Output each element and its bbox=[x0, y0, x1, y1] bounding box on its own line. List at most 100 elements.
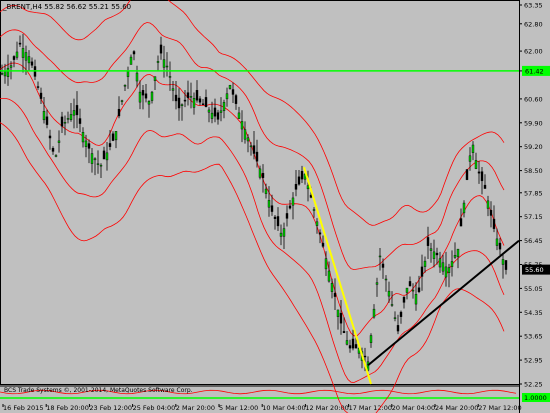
candle-body bbox=[489, 209, 493, 216]
candle-body bbox=[228, 85, 232, 89]
current-price-label: 55.60 bbox=[525, 266, 544, 274]
indicator-value-label: 1.0000 bbox=[524, 394, 547, 402]
candle-body bbox=[66, 118, 70, 120]
candle-body bbox=[450, 261, 454, 267]
candle-body bbox=[108, 143, 112, 147]
candle-body bbox=[231, 89, 235, 95]
candle-body bbox=[480, 171, 484, 182]
candle-body bbox=[111, 133, 115, 141]
candle-body bbox=[345, 340, 349, 345]
price-tick-label: 60.60 bbox=[524, 95, 543, 103]
candle-body bbox=[60, 116, 64, 127]
price-chart[interactable]: 63.35 62.80 62.00 61.42 60.60 59.90 59.20 58.50… bbox=[0, 0, 550, 413]
price-tick-label: 52.25 bbox=[524, 381, 543, 389]
time-tick-label: 17 Mar 12:00 bbox=[349, 404, 392, 412]
candle-body bbox=[276, 216, 280, 227]
candle-body bbox=[288, 205, 292, 209]
candle-body bbox=[147, 101, 151, 105]
candle-body bbox=[471, 144, 475, 153]
candle-body bbox=[438, 258, 442, 268]
candle-body bbox=[441, 262, 445, 272]
candle-body bbox=[36, 86, 40, 88]
candle-body bbox=[246, 137, 250, 142]
candle-body bbox=[399, 311, 403, 317]
candle-body bbox=[87, 143, 91, 149]
candle-body bbox=[45, 116, 49, 125]
candle-body bbox=[315, 221, 319, 226]
candle-body bbox=[24, 52, 28, 61]
candle-body bbox=[432, 251, 436, 259]
candle-body bbox=[270, 205, 274, 212]
time-tick-label: 20 Mar 04:00 bbox=[392, 404, 435, 412]
candle-body bbox=[132, 51, 136, 55]
candle-body bbox=[48, 135, 52, 139]
candle-body bbox=[264, 188, 268, 194]
candle-body bbox=[393, 317, 397, 319]
candle-body bbox=[387, 290, 391, 297]
candle-body bbox=[165, 65, 169, 68]
candle-body bbox=[414, 294, 418, 305]
candle-body bbox=[171, 88, 175, 91]
candle-body bbox=[348, 345, 352, 349]
candle-body bbox=[81, 132, 85, 143]
candle-body bbox=[198, 98, 202, 103]
candle-body bbox=[474, 160, 478, 169]
candle-body bbox=[216, 112, 220, 120]
candle-body bbox=[255, 151, 259, 162]
candle-body bbox=[126, 70, 130, 77]
time-tick-label: 5 Mar 12:00 bbox=[219, 404, 258, 412]
candle-body bbox=[27, 56, 31, 64]
chart-window[interactable]: 63.35 62.80 62.00 61.42 60.60 59.90 59.20 58.50… bbox=[0, 0, 550, 413]
price-tick-label: 55.05 bbox=[524, 285, 543, 293]
candle-body bbox=[252, 145, 256, 154]
candle-body bbox=[492, 218, 496, 229]
candle-body bbox=[369, 335, 373, 343]
price-tick-label: 59.90 bbox=[524, 119, 543, 127]
copyright-label: BCS Trade Systems ©, 2001-2014, MetaQuot… bbox=[4, 387, 193, 394]
time-tick-label: 24 Mar 20:00 bbox=[435, 404, 478, 412]
candle-body bbox=[402, 296, 406, 303]
candle-body bbox=[180, 104, 184, 107]
candle-body bbox=[69, 114, 73, 120]
candle-body bbox=[249, 145, 253, 148]
candle-body bbox=[162, 59, 166, 68]
candle-body bbox=[54, 155, 58, 157]
candle-body bbox=[306, 185, 310, 190]
candle-body bbox=[375, 282, 379, 285]
candle-body bbox=[105, 152, 109, 161]
candle-body bbox=[51, 148, 55, 152]
band-lower-outer bbox=[0, 122, 505, 413]
candle-body bbox=[267, 200, 271, 208]
candle-body bbox=[282, 228, 286, 237]
candle-body bbox=[318, 232, 322, 235]
candle-body bbox=[219, 110, 223, 113]
candle-body bbox=[294, 183, 298, 190]
candle-body bbox=[237, 112, 241, 119]
candle-body bbox=[378, 255, 382, 258]
candle-body bbox=[405, 287, 409, 293]
candle-body bbox=[90, 153, 94, 164]
candle-body bbox=[501, 259, 505, 265]
candle-body bbox=[21, 48, 25, 58]
candle-body bbox=[336, 309, 340, 317]
candle-body bbox=[93, 158, 97, 161]
candle-body bbox=[159, 44, 163, 54]
candle-body bbox=[261, 172, 265, 178]
candle-body bbox=[234, 95, 238, 104]
candle-body bbox=[330, 283, 334, 292]
price-tick-label: 63.35 bbox=[524, 2, 543, 10]
candle-body bbox=[150, 91, 154, 101]
candle-body bbox=[312, 209, 316, 211]
candle-body bbox=[495, 238, 499, 246]
candle-body bbox=[243, 129, 247, 140]
candle-body bbox=[372, 308, 376, 318]
symbol-ohlc-label: _BRENT,H4 55.82 56.62 55.21 55.60 bbox=[3, 3, 132, 11]
candle-body bbox=[339, 312, 343, 324]
candle-body bbox=[0, 73, 4, 75]
candle-body bbox=[327, 270, 331, 282]
candle-body bbox=[63, 122, 67, 124]
candle-body bbox=[225, 93, 229, 100]
candle-body bbox=[30, 61, 34, 66]
candle-body bbox=[156, 61, 160, 63]
candle-body bbox=[396, 325, 400, 332]
